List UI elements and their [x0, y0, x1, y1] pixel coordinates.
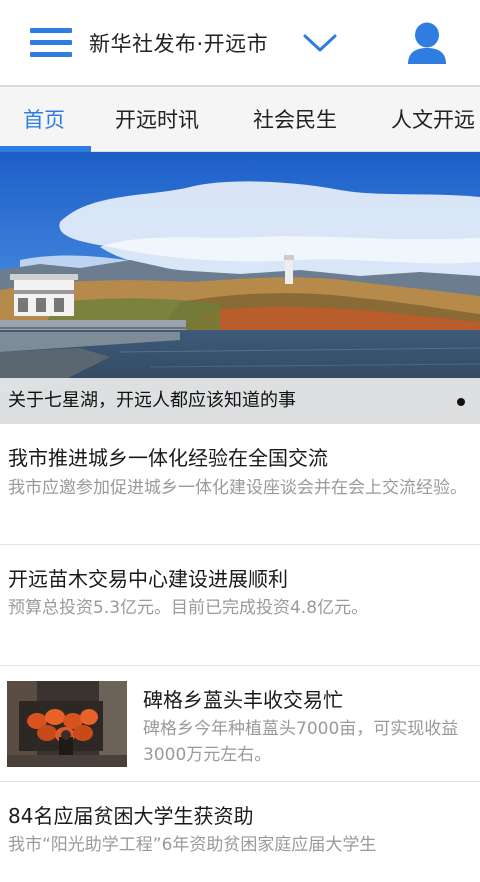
news-thumbnail: [7, 681, 127, 767]
news-summary: 我市“阳光助学工程”6年资助贫困家庭应届大学生: [8, 835, 377, 855]
news-title: 碑格乡蒕头丰收交易忙: [143, 688, 343, 712]
tab-home[interactable]: 首页: [23, 87, 65, 151]
news-summary: 预算总投资5.3亿元。目前已完成投资4.8亿元。: [8, 598, 369, 618]
list-item[interactable]: 开远苗木交易中心建设进展顺利 预算总投资5.3亿元。目前已完成投资4.8亿元。: [0, 545, 480, 666]
menu-icon[interactable]: [30, 28, 72, 58]
news-title: 84名应届贫困大学生获资助: [8, 804, 254, 828]
chevron-down-icon[interactable]: [303, 32, 337, 54]
tab-kaiyuan-news[interactable]: 开远时讯: [115, 87, 199, 151]
news-summary: 我市应邀参加促进城乡一体化建设座谈会并在会上交流经验。: [8, 478, 467, 498]
user-icon[interactable]: [406, 22, 448, 64]
carousel-indicator-dot: [457, 398, 465, 406]
tab-society-livelihood[interactable]: 社会民生: [253, 87, 337, 151]
app-header: 新华社发布·开远市: [0, 0, 480, 86]
news-title: 开远苗木交易中心建设进展顺利: [8, 567, 288, 591]
list-item[interactable]: 我市推进城乡一体化经验在全国交流 我市应邀参加促进城乡一体化建设座谈会并在会上交…: [0, 424, 480, 545]
news-summary: 碑格乡今年种植蒕头7000亩，可实现收益3000万元左右。: [143, 719, 459, 765]
header-title: 新华社发布·开远市: [89, 32, 269, 56]
banner-caption[interactable]: 关于七星湖，开远人都应该知道的事: [8, 378, 296, 424]
news-title: 我市推进城乡一体化经验在全国交流: [8, 446, 328, 470]
tab-bar: 首页 开远时讯 社会民生 人文开远: [0, 86, 480, 152]
list-item[interactable]: 84名应届贫困大学生获资助 我市“阳光助学工程”6年资助贫困家庭应届大学生: [0, 782, 480, 882]
list-item[interactable]: 碑格乡蒕头丰收交易忙 碑格乡今年种植蒕头7000亩，可实现收益3000万元左右。: [0, 666, 480, 782]
tab-culture-kaiyuan[interactable]: 人文开远: [391, 87, 475, 151]
